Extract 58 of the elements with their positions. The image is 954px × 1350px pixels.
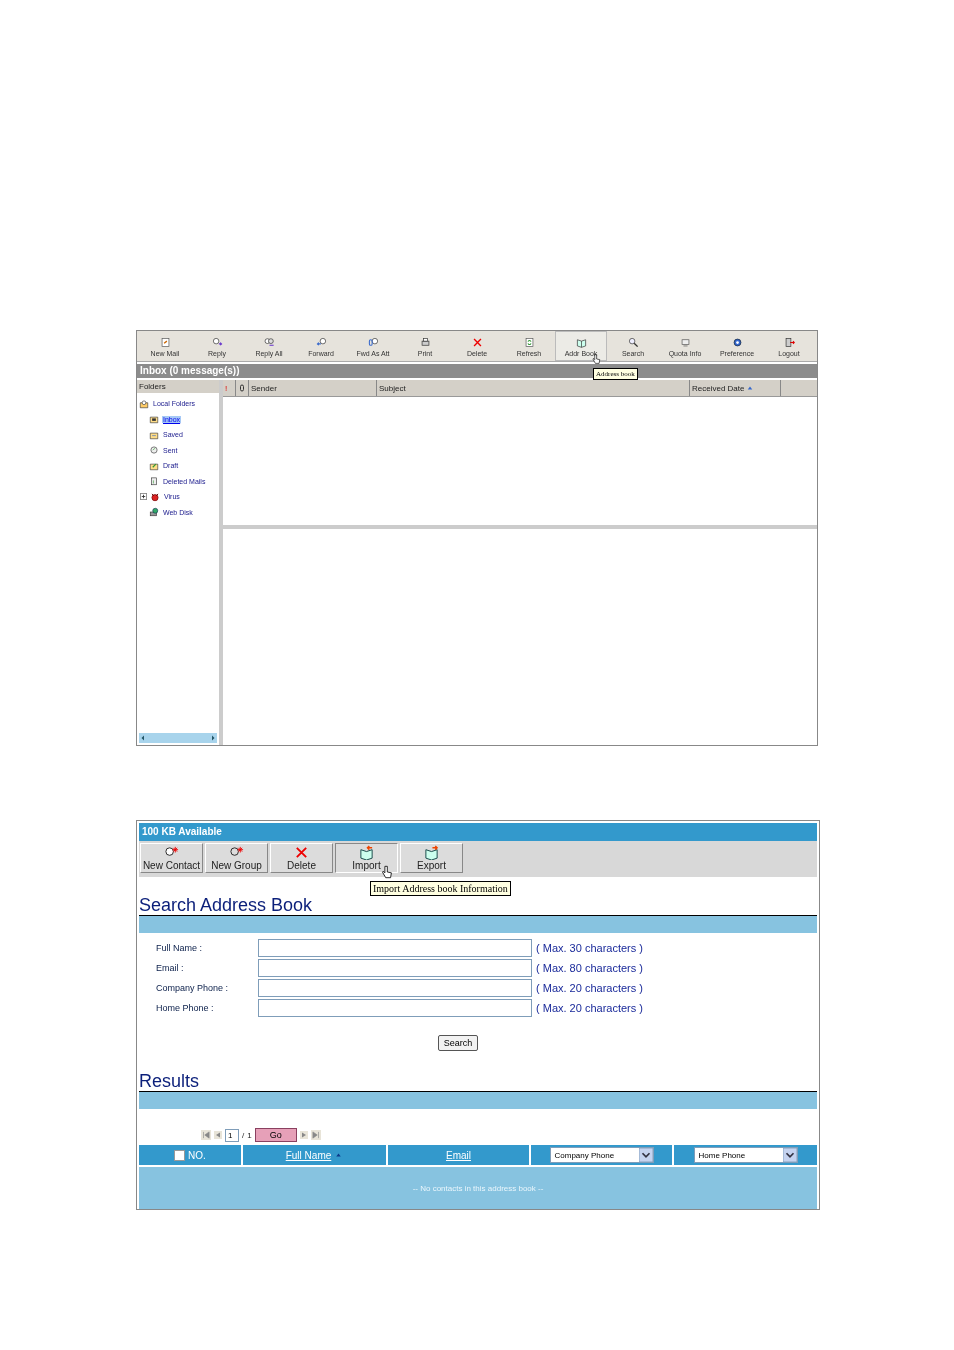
input-field[interactable] (258, 939, 532, 957)
left-arrow-icon[interactable] (139, 734, 147, 742)
last-page-icon[interactable] (310, 1129, 321, 1141)
field-hint: ( Max. 30 characters ) (536, 942, 644, 954)
input-field[interactable] (258, 999, 532, 1017)
cross-icon (471, 337, 483, 348)
input-field[interactable] (258, 959, 532, 977)
book-arrow-icon (359, 845, 374, 860)
hand-cursor-icon (380, 864, 393, 880)
toolbar-button[interactable]: New Contact (140, 843, 203, 873)
quota-bar: 100 KB Available (139, 823, 817, 841)
column-label: Received Date (692, 383, 755, 393)
magnifier-icon (627, 337, 639, 348)
column-dropdown[interactable]: Home Phone (693, 1147, 798, 1163)
refresh-icon (523, 337, 535, 348)
column-label: Subject (379, 383, 406, 393)
person-forward-icon (315, 337, 327, 348)
field-label: Company Phone : (156, 983, 230, 993)
field-hint: ( Max. 20 characters ) (536, 1002, 644, 1014)
expand-plus-icon[interactable] (140, 493, 147, 501)
field-label: Full Name : (156, 943, 203, 953)
scrollbar[interactable] (139, 733, 217, 743)
printer-icon (419, 337, 431, 348)
column-label: NO. (188, 1149, 206, 1161)
search-button[interactable]: Search (437, 1035, 479, 1051)
book-arrow-icon (424, 845, 439, 860)
toolbar-button[interactable]: Export (400, 843, 463, 873)
page-separator: / (242, 1130, 245, 1140)
monitor-icon (679, 337, 691, 348)
book-icon (575, 337, 587, 348)
input-field[interactable] (258, 979, 532, 997)
paperclip-icon (238, 384, 246, 392)
field-hint: ( Max. 20 characters ) (536, 982, 644, 994)
right-arrow-icon[interactable] (209, 734, 217, 742)
globe-disk-icon (149, 507, 159, 518)
panel-header: Folders (137, 380, 219, 393)
empty-message: -- No contacts in this address book -- (412, 1183, 544, 1193)
toolbar-button[interactable]: Import (335, 843, 398, 873)
column-label: Sender (251, 383, 277, 393)
toolbar-button[interactable]: New Group (205, 843, 268, 873)
cross-icon (294, 845, 309, 860)
field-hint: ( Max. 80 characters ) (536, 962, 644, 974)
toolbar-button[interactable]: Delete (270, 843, 333, 873)
dropdown-arrow-icon[interactable] (782, 1148, 797, 1162)
previous-page-icon[interactable] (214, 1129, 222, 1141)
page-field[interactable]: 1 (225, 1128, 239, 1142)
door-arrow-icon (783, 337, 795, 348)
go-button[interactable]: Go (254, 1128, 297, 1142)
field-label: Home Phone : (156, 1003, 215, 1013)
page-total: 1 (247, 1130, 252, 1140)
next-page-icon[interactable] (299, 1129, 308, 1141)
field-label: Email : (156, 963, 185, 973)
tooltip: Import Address book Information (370, 881, 511, 896)
dropdown-arrow-icon[interactable] (638, 1148, 653, 1162)
checkbox[interactable] (174, 1149, 186, 1161)
first-page-icon[interactable] (201, 1129, 211, 1141)
column-dropdown[interactable]: Company Phone (549, 1147, 654, 1163)
inbox-folder-icon (149, 414, 159, 425)
